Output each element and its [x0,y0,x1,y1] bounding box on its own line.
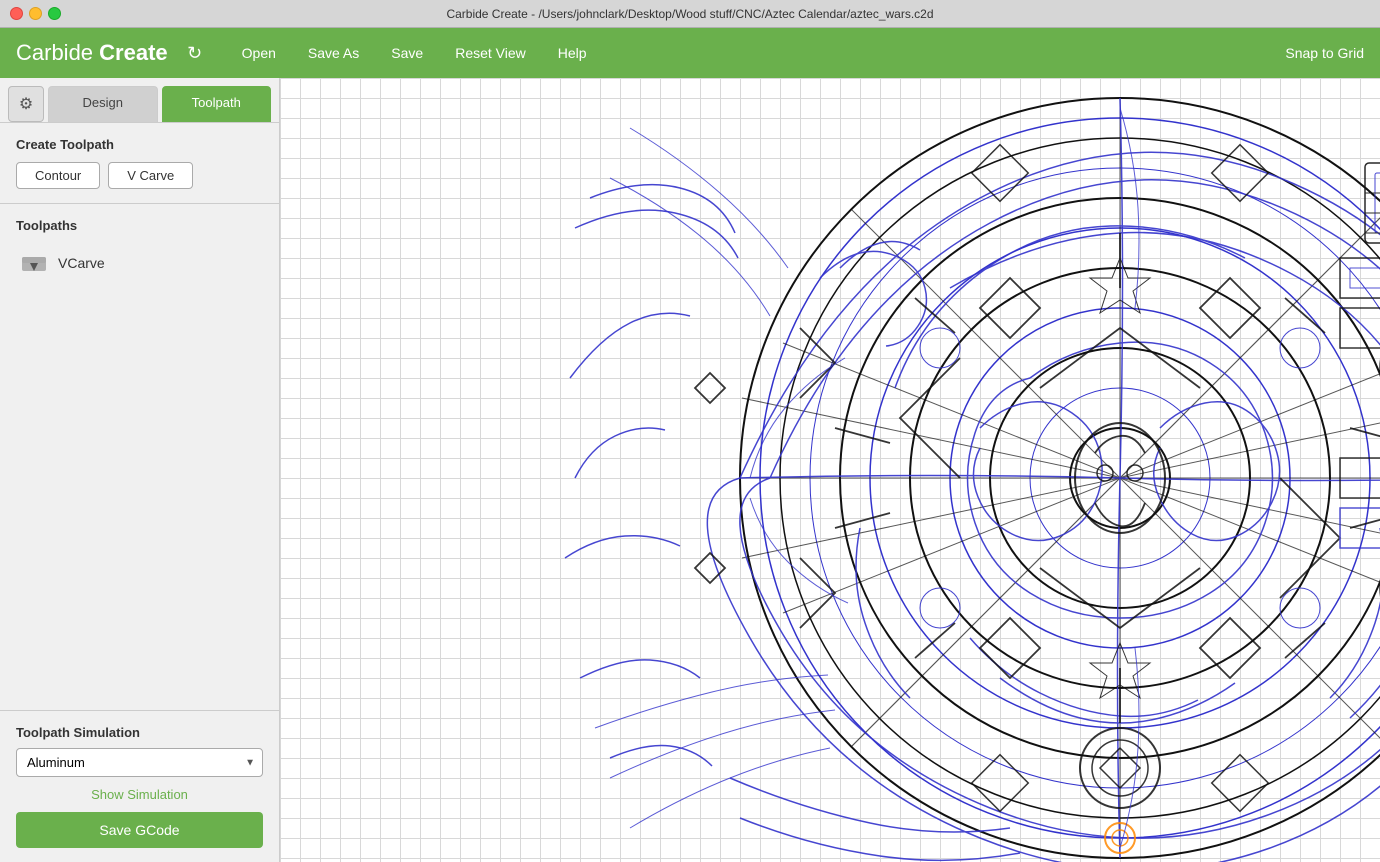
window-controls [10,7,61,20]
menu-reset-view[interactable]: Reset View [443,39,538,67]
toolpaths-title: Toolpaths [16,218,263,233]
window-title: Carbide Create - /Users/johnclark/Deskto… [446,7,933,21]
simulation-section: Toolpath Simulation Aluminum Wood MDF Fo… [0,710,279,862]
vcarve-icon [20,249,48,277]
create-toolpath-title: Create Toolpath [16,137,263,152]
toolpath-buttons: Contour V Carve [16,162,263,189]
contour-button[interactable]: Contour [16,162,100,189]
menubar: Carbide Create ↻ Open Save As Save Reset… [0,28,1380,78]
minimize-button[interactable] [29,7,42,20]
left-panel: ⚙ Design Toolpath Create Toolpath Contou… [0,78,280,862]
app-name: Carbide Create [16,40,168,66]
create-toolpath-section: Create Toolpath Contour V Carve [0,123,279,204]
menu-open[interactable]: Open [230,39,288,67]
menu-help[interactable]: Help [546,39,599,67]
v-carve-button[interactable]: V Carve [108,162,193,189]
tab-toolpath[interactable]: Toolpath [162,86,272,122]
toolpaths-section: Toolpaths VCarve [0,204,279,710]
titlebar: Carbide Create - /Users/johnclark/Deskto… [0,0,1380,28]
material-select[interactable]: Aluminum Wood MDF Foam [16,748,263,777]
design-canvas[interactable] [280,78,1380,862]
tab-design[interactable]: Design [48,86,158,122]
simulation-title: Toolpath Simulation [16,725,263,740]
show-simulation-link[interactable]: Show Simulation [16,787,263,802]
tab-bar: ⚙ Design Toolpath [0,78,279,123]
gear-button[interactable]: ⚙ [8,86,44,122]
list-item[interactable]: VCarve [16,243,263,283]
refresh-icon[interactable]: ↻ [182,40,208,66]
canvas-area[interactable] [280,78,1380,862]
main-layout: ⚙ Design Toolpath Create Toolpath Contou… [0,78,1380,862]
snap-to-grid-button[interactable]: Snap to Grid [1285,45,1364,61]
vcarve-label: VCarve [58,255,105,271]
close-button[interactable] [10,7,23,20]
material-select-wrapper: Aluminum Wood MDF Foam ▼ [16,748,263,777]
save-gcode-button[interactable]: Save GCode [16,812,263,848]
maximize-button[interactable] [48,7,61,20]
menu-save[interactable]: Save [379,39,435,67]
menu-save-as[interactable]: Save As [296,39,371,67]
